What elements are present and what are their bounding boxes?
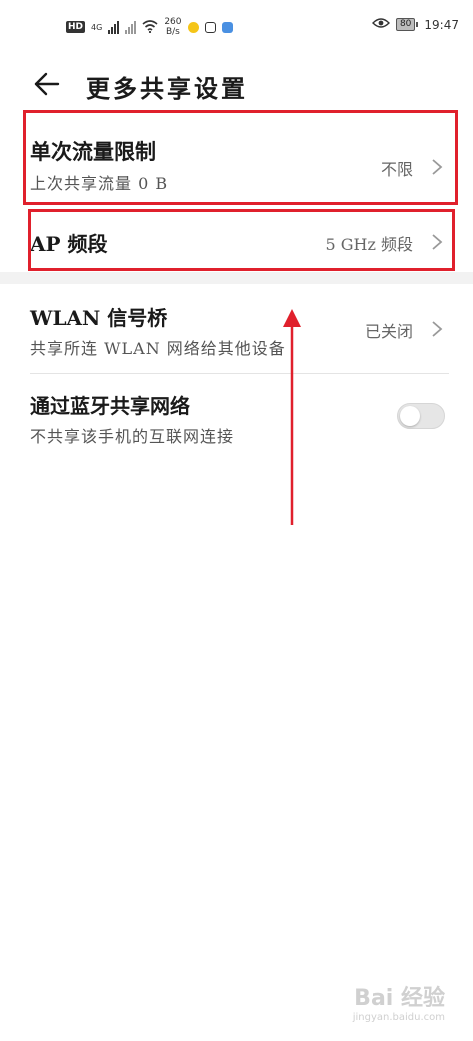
ap-band-row[interactable]: AP 频段 5 GHz 频段 [30, 228, 443, 258]
battery-level: 80 [395, 18, 416, 31]
net-speed-value: 260 [164, 17, 182, 27]
bluetooth-share-toggle[interactable] [397, 403, 445, 429]
app-notification-icon [187, 21, 199, 33]
app-header: 更多共享设置 [0, 60, 473, 110]
row-divider [30, 373, 449, 374]
ap-band-value: 5 GHz 频段 [325, 235, 413, 254]
bluetooth-share-subtitle: 不共享该手机的互联网连接 [30, 427, 235, 446]
net-speed-unit: B/s [165, 27, 180, 37]
chevron-right-icon [432, 234, 443, 250]
back-button[interactable] [32, 70, 62, 98]
chevron-right-icon [432, 159, 443, 175]
baidu-watermark-url: jingyan.baidu.com [352, 1012, 445, 1023]
baidu-watermark: Bai 经验 [354, 986, 445, 1011]
toggle-knob [400, 406, 420, 426]
signal-icon [108, 20, 120, 34]
status-right: 80 19:47 [371, 17, 459, 32]
wlan-bridge-value: 已关闭 [364, 322, 413, 341]
hd-icon: HD [66, 21, 86, 33]
wallet-app-icon [221, 21, 233, 33]
bluetooth-share-row: 通过蓝牙共享网络 不共享该手机的互联网连接 [30, 390, 443, 452]
single-traffic-limit-row[interactable]: 单次流量限制 上次共享流量 0 B 不限 [30, 136, 443, 200]
back-arrow-icon [34, 72, 60, 96]
bluetooth-share-title: 通过蓝牙共享网络 [30, 394, 190, 418]
chevron-right-icon [432, 321, 443, 337]
network-type-label: 4G [91, 22, 103, 32]
section-divider [0, 272, 473, 284]
tv-app-icon [204, 21, 216, 33]
status-bar: HD 4G 260 B/s 80 19:47 [0, 0, 473, 56]
signal-secondary-icon [125, 20, 137, 34]
net-speed: 260 B/s [164, 17, 181, 37]
battery-icon: 80 [395, 18, 419, 31]
eye-comfort-icon [371, 17, 390, 32]
status-left: HD 4G 260 B/s [66, 17, 233, 37]
clock: 19:47 [424, 17, 459, 32]
wlan-bridge-row[interactable]: WLAN 信号桥 共享所连 WLAN 网络给其他设备 已关闭 [30, 302, 443, 364]
single-traffic-limit-value: 不限 [380, 160, 413, 179]
wifi-icon [142, 18, 158, 37]
page-title: 更多共享设置 [86, 74, 248, 103]
